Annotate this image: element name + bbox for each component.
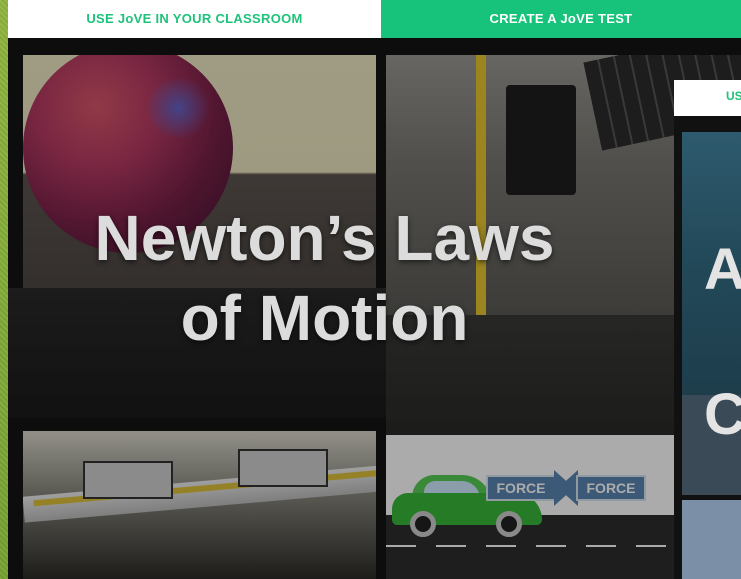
next-card-thumbnail	[682, 500, 741, 579]
tab-use-jove-in-classroom[interactable]: USE JoVE IN YOUR CLASSROOM	[8, 0, 381, 38]
video-card-newtons-laws[interactable]: FORCE FORCE Newton’s Laws of Motion	[8, 38, 741, 579]
next-card-tab[interactable]: US	[674, 80, 741, 116]
next-video-card[interactable]: US A C	[674, 80, 741, 579]
tab-bar: USE JoVE IN YOUR CLASSROOM CREATE A JoVE…	[8, 0, 741, 38]
video-title: Newton’s Laws of Motion	[8, 198, 741, 358]
next-card-title-letter: A	[704, 237, 741, 302]
video-title-line2: of Motion	[180, 282, 469, 354]
next-card-title-letter: C	[704, 382, 741, 447]
tab-create-jove-test[interactable]: CREATE A JoVE TEST	[381, 0, 741, 38]
video-title-line1: Newton’s Laws	[94, 202, 555, 274]
